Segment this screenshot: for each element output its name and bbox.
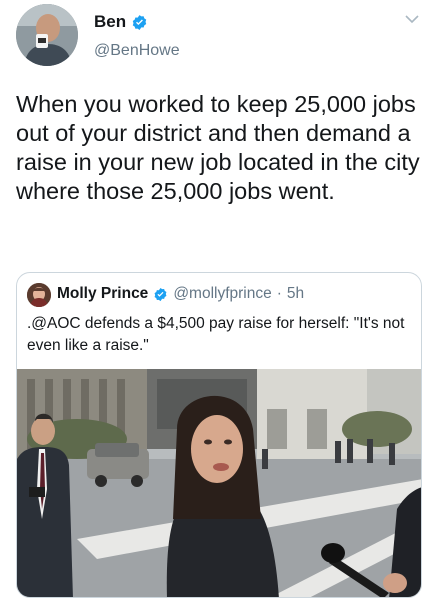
quoted-verified-badge-icon <box>154 287 167 301</box>
quoted-display-name[interactable]: Molly Prince <box>57 285 148 303</box>
author-avatar[interactable] <box>16 4 78 66</box>
quoted-tweet[interactable]: Molly Prince @mollyfprince · 5h .@AOC de… <box>16 272 422 598</box>
chevron-down-icon[interactable] <box>404 12 420 26</box>
quoted-tweet-text: .@AOC defends a $4,500 pay raise for her… <box>27 315 405 354</box>
quoted-separator: · <box>276 285 282 302</box>
tweet-text: When you worked to keep 25,000 jobs out … <box>16 91 420 204</box>
tweet-card[interactable]: Ben @BenHowe When you worked to keep 25,… <box>0 0 436 600</box>
quoted-header: Molly Prince @mollyfprince · 5h <box>57 285 304 303</box>
verified-badge-icon <box>132 14 147 30</box>
author-name-row: Ben <box>94 12 148 32</box>
quoted-handle[interactable]: @mollyfprince <box>173 285 271 303</box>
author-display-name[interactable]: Ben <box>94 12 126 32</box>
quoted-media-photo[interactable] <box>17 369 421 597</box>
avatar-photo <box>16 4 78 66</box>
author-handle[interactable]: @BenHowe <box>94 42 180 60</box>
quoted-author-avatar[interactable] <box>27 283 51 307</box>
quoted-timestamp[interactable]: 5h <box>287 285 304 303</box>
street-scene-image <box>17 369 421 597</box>
quoted-avatar-photo <box>27 283 51 307</box>
